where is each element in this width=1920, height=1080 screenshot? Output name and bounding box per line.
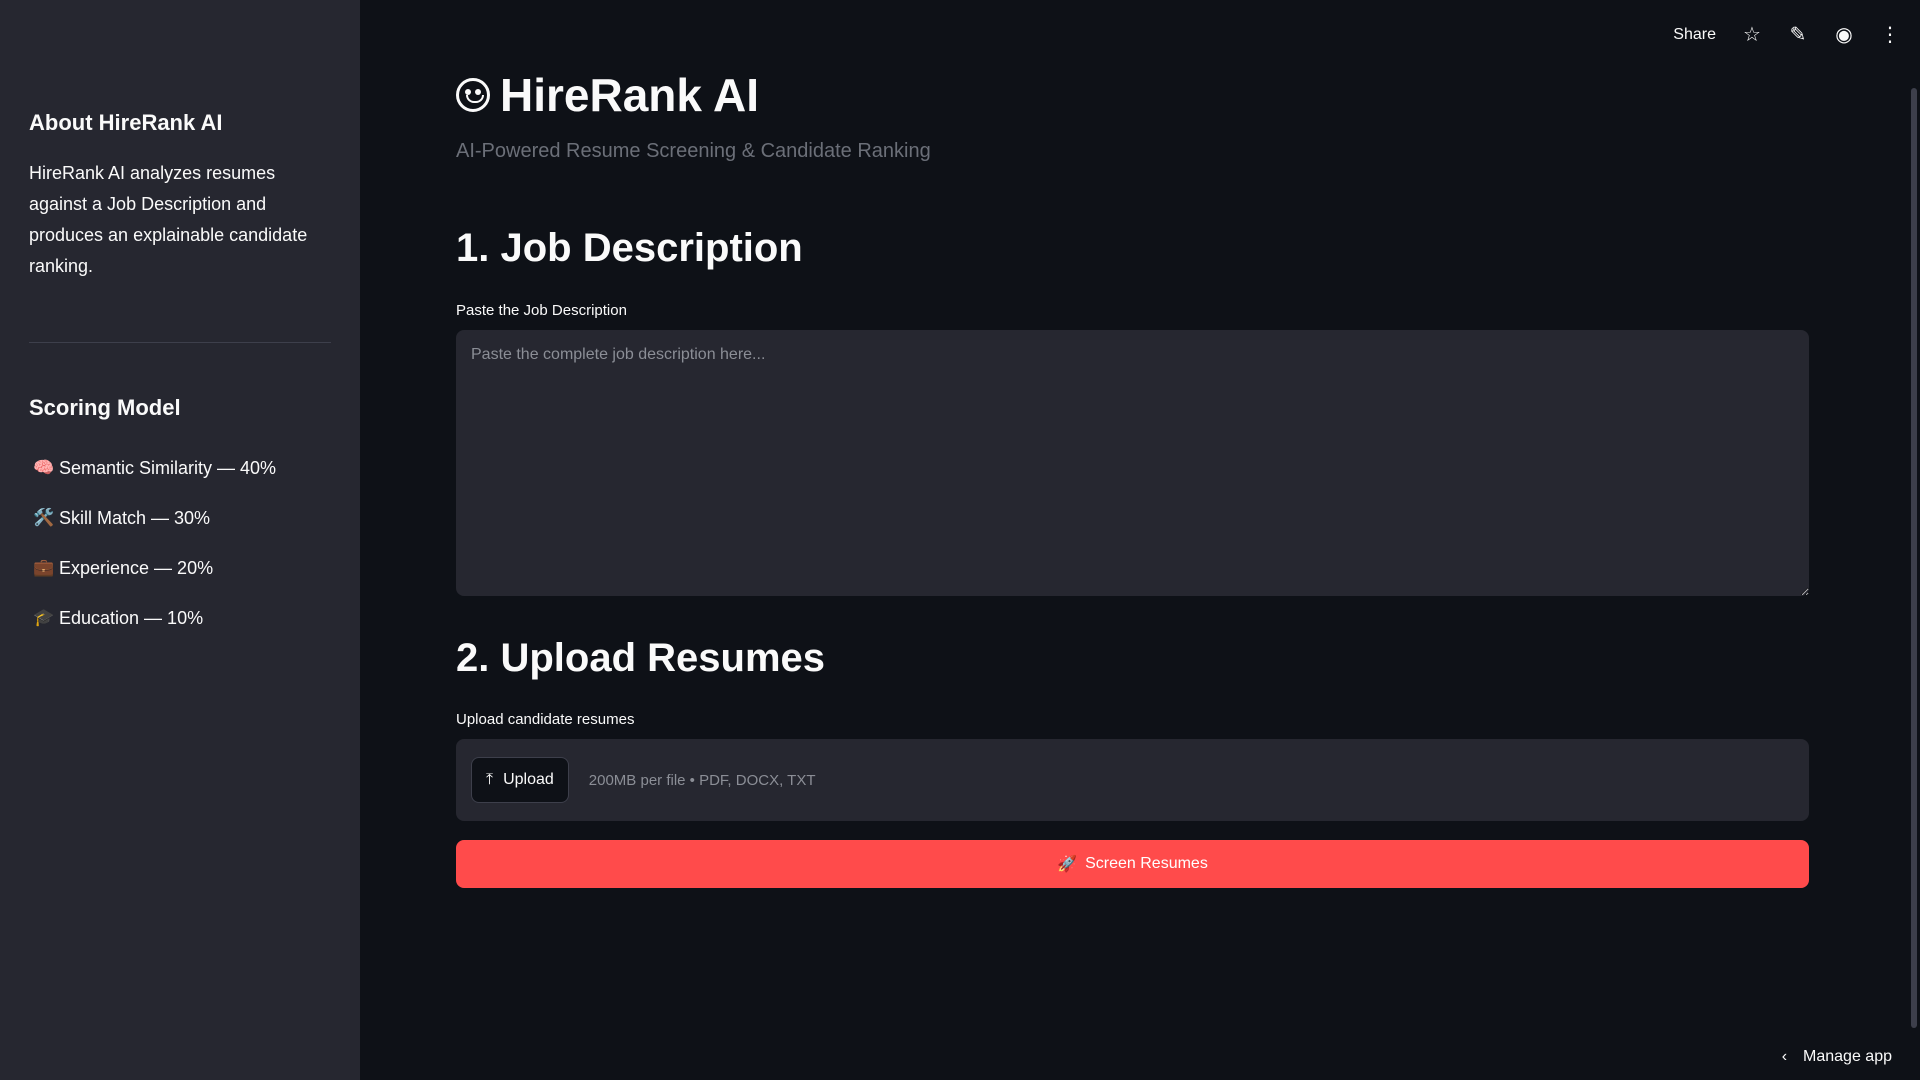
smile-icon xyxy=(456,78,490,112)
scoring-item-label: Semantic Similarity — 40% xyxy=(59,457,277,478)
more-menu-icon[interactable]: ⋮ xyxy=(1880,22,1900,47)
briefcase-icon: 💼 xyxy=(33,558,55,577)
scoring-item-label: Experience — 20% xyxy=(59,557,214,578)
scoring-item-semantic: 🧠 Semantic Similarity — 40% xyxy=(29,443,331,493)
chevron-left-icon: ‹ xyxy=(1781,1048,1788,1065)
scrollbar[interactable] xyxy=(1911,88,1917,1028)
section-job-description-title: 1. Job Description xyxy=(456,226,803,270)
about-title: About HireRank AI xyxy=(29,110,223,135)
screen-resumes-label: Screen Resumes xyxy=(1085,855,1208,872)
upload-icon: ⤒ xyxy=(486,771,494,788)
scoring-item-label: Skill Match — 30% xyxy=(59,507,211,528)
github-icon[interactable]: ◉ xyxy=(1834,22,1854,47)
scoring-list: 🧠 Semantic Similarity — 40% 🛠️ Skill Mat… xyxy=(29,443,331,643)
manage-app-button[interactable]: ‹ Manage app xyxy=(1782,1048,1892,1066)
graduation-cap-icon: 🎓 xyxy=(33,608,55,627)
brain-icon: 🧠 xyxy=(33,458,55,477)
tools-icon: 🛠️ xyxy=(33,508,55,527)
scoring-item-experience: 💼 Experience — 20% xyxy=(29,543,331,593)
share-button[interactable]: Share xyxy=(1673,26,1716,44)
sidebar: About HireRank AI HireRank AI analyzes r… xyxy=(0,0,360,1080)
page-subtitle: AI-Powered Resume Screening & Candidate … xyxy=(456,140,931,162)
screen-resumes-button[interactable]: 🚀 Screen Resumes xyxy=(456,840,1809,888)
sidebar-divider xyxy=(29,342,331,343)
upload-button[interactable]: ⤒ Upload xyxy=(471,757,569,803)
scoring-item-education: 🎓 Education — 10% xyxy=(29,593,331,643)
star-icon[interactable]: ☆ xyxy=(1742,22,1762,47)
about-text: HireRank AI analyzes resumes against a J… xyxy=(29,163,308,276)
toolbar: Share ☆ ✎ ◉ ⋮ xyxy=(1673,22,1900,47)
edit-icon[interactable]: ✎ xyxy=(1788,22,1808,47)
page-header: HireRank AI xyxy=(456,68,759,122)
file-uploader[interactable]: ⤒ Upload 200MB per file • PDF, DOCX, TXT xyxy=(456,739,1809,821)
upload-hint: 200MB per file • PDF, DOCX, TXT xyxy=(588,771,816,789)
rocket-icon: 🚀 xyxy=(1057,856,1078,873)
jd-label: Paste the Job Description xyxy=(456,302,627,319)
scoring-item-label: Education — 10% xyxy=(59,607,204,628)
scoring-title: Scoring Model xyxy=(29,395,181,420)
scoring-item-skill: 🛠️ Skill Match — 30% xyxy=(29,493,331,543)
manage-app-label: Manage app xyxy=(1803,1048,1892,1065)
job-description-input[interactable] xyxy=(456,330,1809,596)
upload-label: Upload candidate resumes xyxy=(456,711,635,728)
section-upload-title: 2. Upload Resumes xyxy=(456,636,826,680)
page-title: HireRank AI xyxy=(500,69,760,121)
upload-button-label: Upload xyxy=(503,771,554,788)
